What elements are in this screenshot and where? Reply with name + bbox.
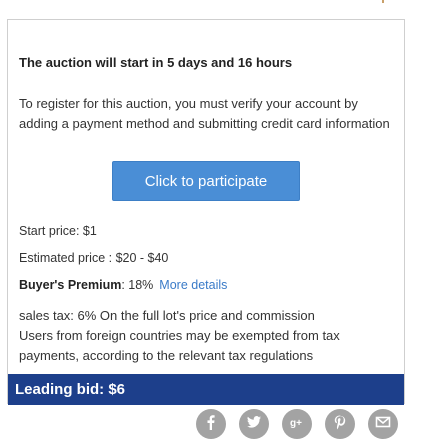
leading-bid-bar: Leading bid: $6	[8, 374, 404, 405]
svg-text:g+: g+	[290, 418, 302, 429]
tax-info: sales tax: 6% On the full lot's price an…	[19, 306, 391, 366]
estimated-price: Estimated price : $20 - $40	[19, 251, 169, 265]
buyers-premium: Buyer's Premium: 18% More details	[19, 278, 227, 292]
participate-button[interactable]: Click to participate	[112, 161, 300, 201]
sales-tax-line: sales tax: 6% On the full lot's price an…	[19, 308, 315, 323]
start-price: Start price: $1	[19, 224, 97, 238]
pinterest-icon[interactable]	[325, 409, 355, 439]
tax-exemption-line: Users from foreign countries may be exem…	[19, 328, 340, 363]
buyers-premium-label: Buyer's Premium	[19, 278, 122, 292]
register-notice: To register for this auction, you must v…	[19, 96, 390, 131]
buyers-premium-value: : 18%	[121, 278, 154, 292]
auction-panel: The auction will start in 5 days and 16 …	[7, 19, 405, 405]
google-plus-icon[interactable]: g+	[282, 409, 312, 439]
corner-mark	[382, 0, 384, 3]
auction-countdown: The auction will start in 5 days and 16 …	[19, 55, 293, 70]
email-icon[interactable]	[368, 409, 398, 439]
facebook-icon[interactable]	[196, 409, 226, 439]
twitter-icon[interactable]	[239, 409, 269, 439]
more-details-link[interactable]: More details	[159, 278, 227, 292]
